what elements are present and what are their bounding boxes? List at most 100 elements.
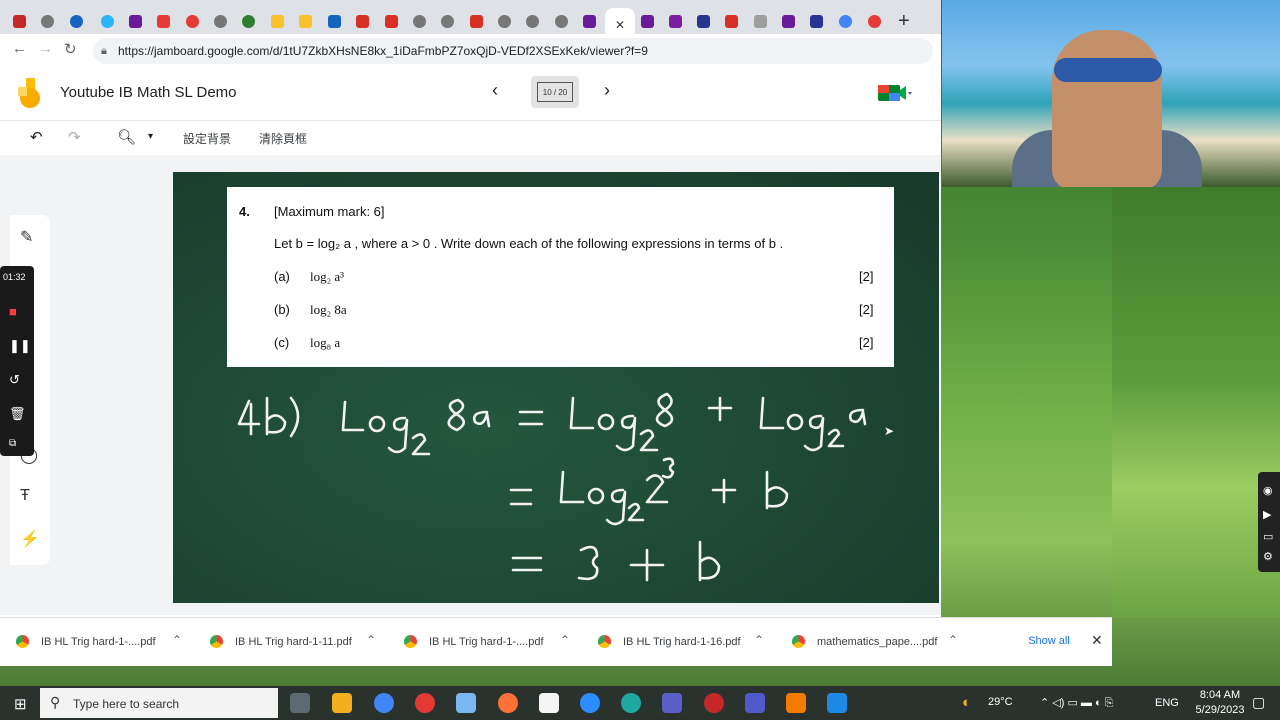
notifications-icon[interactable]: ▢ <box>1252 694 1265 711</box>
video-app-icon[interactable] <box>827 693 847 713</box>
next-frame-button[interactable]: › <box>604 80 610 101</box>
document-app-icon[interactable] <box>539 693 559 713</box>
laser-tool-icon[interactable]: ⚡ <box>20 529 40 549</box>
browser-tab[interactable] <box>65 8 87 34</box>
browser-tab[interactable] <box>96 8 118 34</box>
meet-video-icon[interactable] <box>876 82 914 104</box>
browser-tab[interactable] <box>493 8 515 34</box>
browser-tab[interactable] <box>805 8 827 34</box>
firefox-icon[interactable] <box>498 693 518 713</box>
chevron-up-icon[interactable]: ⌃ <box>366 633 376 647</box>
tab-favicon-icon <box>781 14 795 28</box>
restart-icon[interactable]: ↺ <box>9 372 20 388</box>
browser-tab[interactable] <box>351 8 373 34</box>
close-icon[interactable]: ✕ <box>1091 632 1103 649</box>
settings-gear-icon[interactable]: ⚙ <box>1263 550 1273 563</box>
zoom-dropdown-chevron-icon[interactable]: ▾ <box>148 131 153 142</box>
taskbar-search-box[interactable]: ⚲ Type here to search <box>40 688 278 718</box>
window-icon[interactable]: ▭ <box>1263 530 1273 543</box>
weather-temperature[interactable]: 29°C <box>988 696 1013 708</box>
edge-icon[interactable] <box>621 693 641 713</box>
camera-icon[interactable]: ◉ <box>1263 484 1273 497</box>
reload-icon[interactable]: ↻ <box>64 40 77 58</box>
jamboard-logo-icon <box>18 78 40 108</box>
pause-icon[interactable]: ❚❚ <box>9 338 31 354</box>
browser-tab[interactable] <box>124 8 146 34</box>
tab-favicon-icon <box>128 14 142 28</box>
browser-tab[interactable] <box>323 8 345 34</box>
weather-icon[interactable]: ◐ <box>962 694 971 711</box>
browser-tab[interactable] <box>181 8 203 34</box>
browser-tab[interactable] <box>209 8 231 34</box>
browser-tab[interactable] <box>550 8 572 34</box>
browser-tab[interactable] <box>152 8 174 34</box>
forward-arrow-icon[interactable]: → <box>38 40 53 57</box>
chevron-up-icon[interactable]: ⌃ <box>172 633 182 647</box>
redo-icon[interactable]: ↷ <box>68 128 81 146</box>
browser-tab[interactable] <box>294 8 316 34</box>
browser-tab[interactable] <box>436 8 458 34</box>
ink-stroke <box>289 396 300 438</box>
browser-tab[interactable] <box>720 8 742 34</box>
browser-tab[interactable] <box>266 8 288 34</box>
clock-date[interactable]: 5/29/2023 <box>1189 704 1251 716</box>
pen-tool-icon[interactable]: ✎ <box>20 227 33 247</box>
media-app-icon[interactable] <box>662 693 682 713</box>
zoom-icon[interactable]: 🔍︎ <box>117 128 136 146</box>
url-input[interactable]: 🔒︎ https://jamboard.google.com/d/1tU7Zkb… <box>93 38 933 64</box>
download-item[interactable]: IB HL Trig hard-1-....pdf ⌃ <box>388 618 578 666</box>
clock-time[interactable]: 8:04 AM <box>1195 689 1245 701</box>
browser-tab[interactable] <box>380 8 402 34</box>
show-all-button[interactable]: Show all <box>1020 628 1078 654</box>
chevron-up-icon[interactable]: ⌃ <box>754 633 764 647</box>
file-explorer-icon[interactable] <box>332 693 352 713</box>
tray-icons[interactable]: ⌃ ◁) ▭ ▬ ◐ ⎘ <box>1040 696 1113 710</box>
set-background-button[interactable]: 設定背景 <box>183 130 231 147</box>
browser-tab[interactable] <box>834 8 856 34</box>
browser-tab[interactable] <box>777 8 799 34</box>
browser-tab[interactable] <box>749 8 771 34</box>
vlc-icon[interactable] <box>786 693 806 713</box>
frame-bar-button[interactable]: 10 / 20 <box>531 76 579 108</box>
teams-icon[interactable] <box>745 693 765 713</box>
browser-tab[interactable] <box>636 8 658 34</box>
undo-icon[interactable]: ↶ <box>30 128 43 146</box>
download-item[interactable]: mathematics_pape....pdf ⌃ <box>776 618 966 666</box>
previous-frame-button[interactable]: ‹ <box>492 80 498 101</box>
video-icon[interactable]: ▶ <box>1263 508 1271 521</box>
download-item[interactable]: IB HL Trig hard-1-....pdf ⌃ <box>0 618 190 666</box>
browser-tab[interactable] <box>521 8 543 34</box>
back-arrow-icon[interactable]: ← <box>12 40 27 57</box>
store-icon[interactable] <box>456 693 476 713</box>
browser-tab[interactable] <box>664 8 686 34</box>
chevron-up-icon[interactable]: ⌃ <box>560 633 570 647</box>
download-item[interactable]: IB HL Trig hard-1-11.pdf ⌃ <box>194 618 384 666</box>
browser-tab[interactable] <box>863 8 885 34</box>
task-view-icon[interactable] <box>290 693 310 713</box>
clear-frame-button[interactable]: 清除頁框 <box>259 130 307 147</box>
new-tab-button[interactable]: + <box>898 10 910 33</box>
opera-icon[interactable] <box>415 693 435 713</box>
zoom-app-icon[interactable] <box>580 693 600 713</box>
browser-tab[interactable] <box>8 8 30 34</box>
draw-overlay-icon[interactable]: ⧉ <box>9 438 16 449</box>
stop-record-icon[interactable]: ■ <box>9 304 17 319</box>
input-language[interactable]: ENG <box>1155 697 1179 709</box>
ink-stroke <box>518 410 544 426</box>
browser-tab[interactable] <box>692 8 714 34</box>
download-item[interactable]: IB HL Trig hard-1-16.pdf ⌃ <box>582 618 772 666</box>
chrome-icon[interactable] <box>374 693 394 713</box>
chevron-up-icon[interactable]: ⌃ <box>948 633 958 647</box>
ink-stroke <box>447 398 466 432</box>
browser-tab[interactable] <box>578 8 600 34</box>
text-box-tool-icon[interactable]: Ŧ <box>20 487 30 505</box>
document-title[interactable]: Youtube IB Math SL Demo <box>60 84 237 101</box>
close-icon[interactable]: ✕ <box>615 18 625 32</box>
browser-tab[interactable] <box>408 8 430 34</box>
delete-icon[interactable]: 🗑︎ <box>9 406 26 422</box>
browser-tab[interactable] <box>237 8 259 34</box>
windows-start-icon[interactable]: ⊞ <box>14 695 27 713</box>
recorder-app-icon[interactable] <box>704 693 724 713</box>
browser-tab[interactable] <box>36 8 58 34</box>
browser-tab[interactable] <box>465 8 487 34</box>
